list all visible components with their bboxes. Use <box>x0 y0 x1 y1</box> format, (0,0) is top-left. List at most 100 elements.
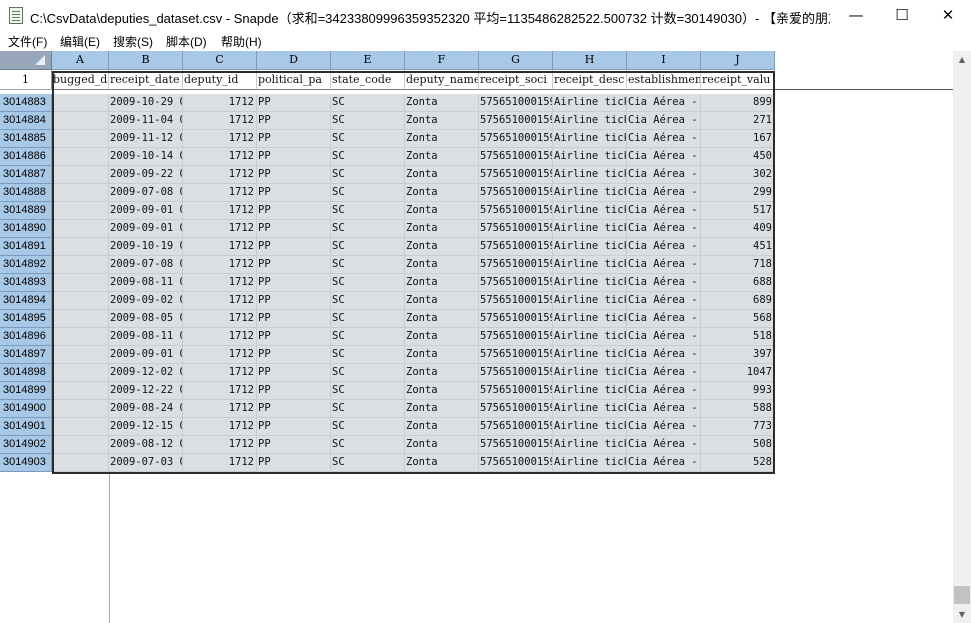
table-cell[interactable]: 575651000159 <box>479 184 553 202</box>
table-cell[interactable] <box>52 310 109 328</box>
menu-file[interactable]: 文件(F) <box>8 33 47 50</box>
table-cell[interactable]: 689 <box>701 292 775 310</box>
row-header[interactable]: 3014891 <box>0 238 52 256</box>
table-cell[interactable] <box>52 166 109 184</box>
table-cell[interactable]: SC <box>331 220 405 238</box>
table-cell[interactable]: Zonta <box>405 220 479 238</box>
header-cell[interactable]: political_pa <box>257 70 331 90</box>
table-cell[interactable]: Airline tick <box>553 454 627 472</box>
table-cell[interactable]: Airline tick <box>553 238 627 256</box>
table-cell[interactable]: 2009-08-11 0 <box>109 328 183 346</box>
table-cell[interactable] <box>52 256 109 274</box>
row-header[interactable]: 3014883 <box>0 94 52 112</box>
table-cell[interactable]: SC <box>331 166 405 184</box>
table-cell[interactable] <box>52 382 109 400</box>
table-cell[interactable]: 518 <box>701 328 775 346</box>
table-cell[interactable]: Cia Aérea - <box>627 436 701 454</box>
column-header-h[interactable]: H <box>553 51 627 70</box>
table-cell[interactable] <box>52 328 109 346</box>
table-cell[interactable]: 588 <box>701 400 775 418</box>
column-header-j[interactable]: J <box>701 51 775 70</box>
table-cell[interactable] <box>52 400 109 418</box>
table-cell[interactable]: SC <box>331 130 405 148</box>
row-header[interactable]: 3014888 <box>0 184 52 202</box>
table-cell[interactable]: 575651000159 <box>479 436 553 454</box>
row-header[interactable]: 3014899 <box>0 382 52 400</box>
table-cell[interactable]: SC <box>331 328 405 346</box>
table-cell[interactable]: SC <box>331 418 405 436</box>
table-cell[interactable]: Zonta <box>405 238 479 256</box>
table-cell[interactable]: 2009-11-12 0 <box>109 130 183 148</box>
table-cell[interactable]: Zonta <box>405 346 479 364</box>
scroll-thumb[interactable] <box>954 586 970 604</box>
table-cell[interactable]: SC <box>331 346 405 364</box>
table-cell[interactable]: 2009-09-01 0 <box>109 346 183 364</box>
header-cell[interactable]: deputy_id <box>183 70 257 90</box>
header-cell[interactable]: deputy_name <box>405 70 479 90</box>
table-cell[interactable]: 575651000159 <box>479 112 553 130</box>
table-cell[interactable]: 1712 <box>183 256 257 274</box>
table-cell[interactable]: 409 <box>701 220 775 238</box>
table-cell[interactable]: 575651000159 <box>479 130 553 148</box>
column-header-d[interactable]: D <box>257 51 331 70</box>
table-cell[interactable]: Zonta <box>405 94 479 112</box>
table-cell[interactable]: SC <box>331 256 405 274</box>
table-cell[interactable]: PP <box>257 274 331 292</box>
table-cell[interactable]: 1712 <box>183 418 257 436</box>
table-cell[interactable]: Airline tick <box>553 292 627 310</box>
table-cell[interactable]: Zonta <box>405 328 479 346</box>
table-cell[interactable]: Airline tick <box>553 274 627 292</box>
menu-help[interactable]: 帮助(H) <box>221 33 262 50</box>
table-cell[interactable]: 1712 <box>183 130 257 148</box>
table-cell[interactable]: Cia Aérea - <box>627 112 701 130</box>
table-cell[interactable]: Cia Aérea - <box>627 256 701 274</box>
table-cell[interactable]: PP <box>257 130 331 148</box>
table-cell[interactable] <box>52 418 109 436</box>
table-cell[interactable] <box>52 364 109 382</box>
menu-script[interactable]: 脚本(D) <box>166 33 207 50</box>
table-cell[interactable]: SC <box>331 148 405 166</box>
table-cell[interactable]: Zonta <box>405 274 479 292</box>
table-cell[interactable]: 688 <box>701 274 775 292</box>
row-header[interactable]: 3014884 <box>0 112 52 130</box>
table-cell[interactable]: Cia Aérea - <box>627 346 701 364</box>
table-cell[interactable]: PP <box>257 202 331 220</box>
column-header-a[interactable]: A <box>52 51 109 70</box>
table-cell[interactable]: Zonta <box>405 130 479 148</box>
table-cell[interactable] <box>52 94 109 112</box>
table-cell[interactable]: Zonta <box>405 148 479 166</box>
table-cell[interactable]: 2009-12-02 0 <box>109 364 183 382</box>
table-cell[interactable]: Zonta <box>405 382 479 400</box>
table-cell[interactable]: PP <box>257 292 331 310</box>
row-header[interactable]: 3014895 <box>0 310 52 328</box>
table-cell[interactable]: 575651000159 <box>479 94 553 112</box>
table-cell[interactable]: 1712 <box>183 112 257 130</box>
row-header[interactable]: 3014886 <box>0 148 52 166</box>
table-cell[interactable]: 575651000159 <box>479 328 553 346</box>
table-cell[interactable]: Airline tick <box>553 220 627 238</box>
table-cell[interactable] <box>52 238 109 256</box>
table-cell[interactable]: Cia Aérea - <box>627 184 701 202</box>
table-cell[interactable]: Airline tick <box>553 328 627 346</box>
column-header-i[interactable]: I <box>627 51 701 70</box>
table-cell[interactable]: 575651000159 <box>479 148 553 166</box>
table-cell[interactable]: Zonta <box>405 400 479 418</box>
table-cell[interactable]: SC <box>331 238 405 256</box>
table-cell[interactable] <box>52 220 109 238</box>
table-cell[interactable] <box>52 184 109 202</box>
table-cell[interactable]: Cia Aérea - <box>627 364 701 382</box>
table-cell[interactable]: Zonta <box>405 454 479 472</box>
table-cell[interactable]: 1712 <box>183 310 257 328</box>
table-cell[interactable]: 517 <box>701 202 775 220</box>
row-header[interactable]: 3014901 <box>0 418 52 436</box>
table-cell[interactable]: 1712 <box>183 202 257 220</box>
table-cell[interactable]: Cia Aérea - <box>627 94 701 112</box>
table-cell[interactable]: SC <box>331 436 405 454</box>
table-cell[interactable]: PP <box>257 382 331 400</box>
scroll-down-icon[interactable]: ▼ <box>953 606 971 623</box>
table-cell[interactable]: 899 <box>701 94 775 112</box>
table-cell[interactable]: Cia Aérea - <box>627 454 701 472</box>
table-cell[interactable]: 1712 <box>183 220 257 238</box>
table-cell[interactable]: Cia Aérea - <box>627 310 701 328</box>
table-cell[interactable]: 993 <box>701 382 775 400</box>
